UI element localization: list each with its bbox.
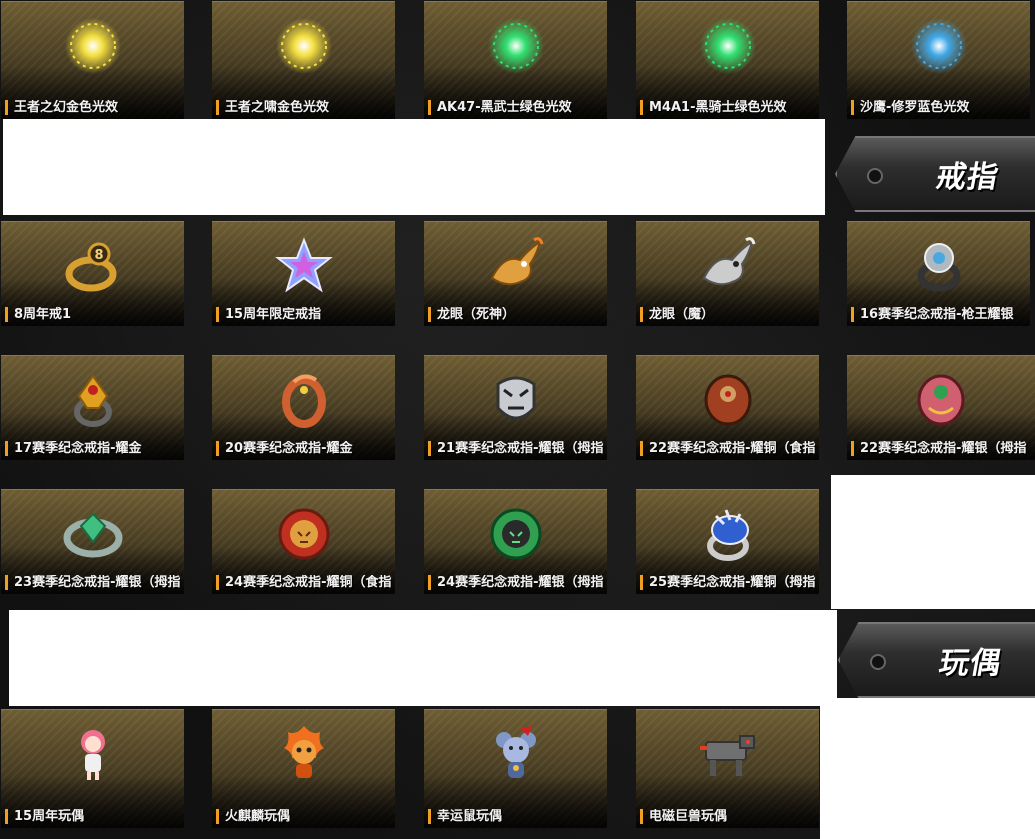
- item-label: 17赛季纪念戒指-耀金: [5, 441, 182, 456]
- blank-area: [3, 119, 825, 215]
- section-banner-dolls: 玩偶: [838, 622, 1035, 698]
- item-tile-ring-3[interactable]: 龙眼（死神）: [424, 221, 607, 326]
- ring-icon: [693, 365, 763, 435]
- item-label: 22赛季纪念戒指-耀铜（食指: [640, 441, 817, 456]
- item-label: 25赛季纪念戒指-耀铜（拇指: [640, 575, 817, 590]
- item-tile-effect-1[interactable]: 王者之幻金色光效: [1, 1, 184, 119]
- item-tile-ring-4[interactable]: 龙眼（魔）: [636, 221, 819, 326]
- item-label: 21赛季纪念戒指-耀银（拇指: [428, 441, 605, 456]
- item-tile-ring-11[interactable]: 23赛季纪念戒指-耀银（拇指: [1, 489, 184, 594]
- item-label: 火麒麟玩偶: [216, 809, 393, 824]
- ring-icon: [693, 499, 763, 569]
- item-label: M4A1-黑骑士绿色光效: [640, 100, 817, 115]
- item-tile-ring-6[interactable]: 17赛季纪念戒指-耀金: [1, 355, 184, 460]
- ring-icon: 8: [58, 231, 128, 301]
- item-label: 龙眼（魔）: [640, 307, 817, 322]
- item-label: 龙眼（死神）: [428, 307, 605, 322]
- ring-icon: [904, 231, 974, 301]
- item-tile-doll-1[interactable]: 15周年玩偶: [1, 709, 184, 828]
- item-label: 20赛季纪念戒指-耀金: [216, 441, 393, 456]
- item-label: 电磁巨兽玩偶: [640, 809, 817, 824]
- bolt-icon: [867, 168, 883, 184]
- svg-text:8: 8: [94, 248, 103, 263]
- ring-icon: [906, 365, 976, 435]
- blank-area: [831, 475, 1035, 609]
- item-label: 23赛季纪念戒指-耀银（拇指: [5, 575, 182, 590]
- item-tile-doll-2[interactable]: 火麒麟玩偶: [212, 709, 395, 828]
- blank-area: [820, 698, 1035, 839]
- green-glow-effect-icon: [481, 11, 551, 81]
- item-label: 王者之啸金色光效: [216, 100, 393, 115]
- item-tile-ring-8[interactable]: 21赛季纪念戒指-耀银（拇指: [424, 355, 607, 460]
- item-tile-ring-2[interactable]: 15周年限定戒指: [212, 221, 395, 326]
- item-tile-ring-13[interactable]: 24赛季纪念戒指-耀银（拇指: [424, 489, 607, 594]
- lion-ring-icon: [269, 499, 339, 569]
- gold-glow-effect-icon: [58, 11, 128, 81]
- item-tile-ring-5[interactable]: 16赛季纪念戒指-枪王耀银: [847, 221, 1030, 326]
- blank-area: [9, 610, 837, 706]
- green-glow-effect-icon: [693, 11, 763, 81]
- doll-girl-icon: [58, 719, 128, 789]
- item-label: 王者之幻金色光效: [5, 100, 182, 115]
- item-label: 24赛季纪念戒指-耀铜（食指: [216, 575, 393, 590]
- tiger-ring-icon: [481, 365, 551, 435]
- blue-glow-effect-icon: [904, 11, 974, 81]
- item-tile-effect-3[interactable]: AK47-黑武士绿色光效: [424, 1, 607, 119]
- item-label: 15周年限定戒指: [216, 307, 393, 322]
- item-tile-doll-3[interactable]: 幸运鼠玩偶: [424, 709, 607, 828]
- item-label: 8周年戒1: [5, 307, 182, 322]
- item-tile-ring-14[interactable]: 25赛季纪念戒指-耀铜（拇指: [636, 489, 819, 594]
- fire-qilin-doll-icon: [269, 719, 339, 789]
- lion-ring-icon: [481, 499, 551, 569]
- item-label: 24赛季纪念戒指-耀银（拇指: [428, 575, 605, 590]
- item-label: 22赛季纪念戒指-耀银（拇指: [851, 441, 1033, 456]
- item-tile-ring-10[interactable]: 22赛季纪念戒指-耀银（拇指: [847, 355, 1035, 460]
- item-label: 幸运鼠玩偶: [428, 809, 605, 824]
- item-tile-ring-1[interactable]: 8 8周年戒1: [1, 221, 184, 326]
- item-tile-ring-9[interactable]: 22赛季纪念戒指-耀铜（食指: [636, 355, 819, 460]
- mech-beast-doll-icon: [693, 719, 763, 789]
- item-label: 16赛季纪念戒指-枪王耀银: [851, 307, 1028, 322]
- ring-icon: [58, 499, 128, 569]
- item-tile-effect-4[interactable]: M4A1-黑骑士绿色光效: [636, 1, 819, 119]
- dragon-ring-icon: [693, 231, 763, 301]
- item-label: AK47-黑武士绿色光效: [428, 100, 605, 115]
- item-tile-ring-12[interactable]: 24赛季纪念戒指-耀铜（食指: [212, 489, 395, 594]
- item-tile-doll-4[interactable]: 电磁巨兽玩偶: [636, 709, 819, 828]
- dragon-ring-icon: [269, 365, 339, 435]
- item-tile-effect-5[interactable]: 沙鹰-修罗蓝色光效: [847, 1, 1030, 119]
- gold-glow-effect-icon: [269, 11, 339, 81]
- section-title: 玩偶: [936, 646, 1005, 681]
- section-banner-rings: 戒指: [835, 136, 1035, 212]
- ring-icon: [58, 365, 128, 435]
- item-tile-effect-2[interactable]: 王者之啸金色光效: [212, 1, 395, 119]
- item-tile-ring-7[interactable]: 20赛季纪念戒指-耀金: [212, 355, 395, 460]
- section-title: 戒指: [933, 160, 1002, 195]
- item-label: 沙鹰-修罗蓝色光效: [851, 100, 1028, 115]
- item-label: 15周年玩偶: [5, 809, 182, 824]
- dragon-ring-icon: [481, 231, 551, 301]
- lucky-mouse-doll-icon: [481, 719, 551, 789]
- bolt-icon: [870, 654, 886, 670]
- star-ring-icon: [269, 231, 339, 301]
